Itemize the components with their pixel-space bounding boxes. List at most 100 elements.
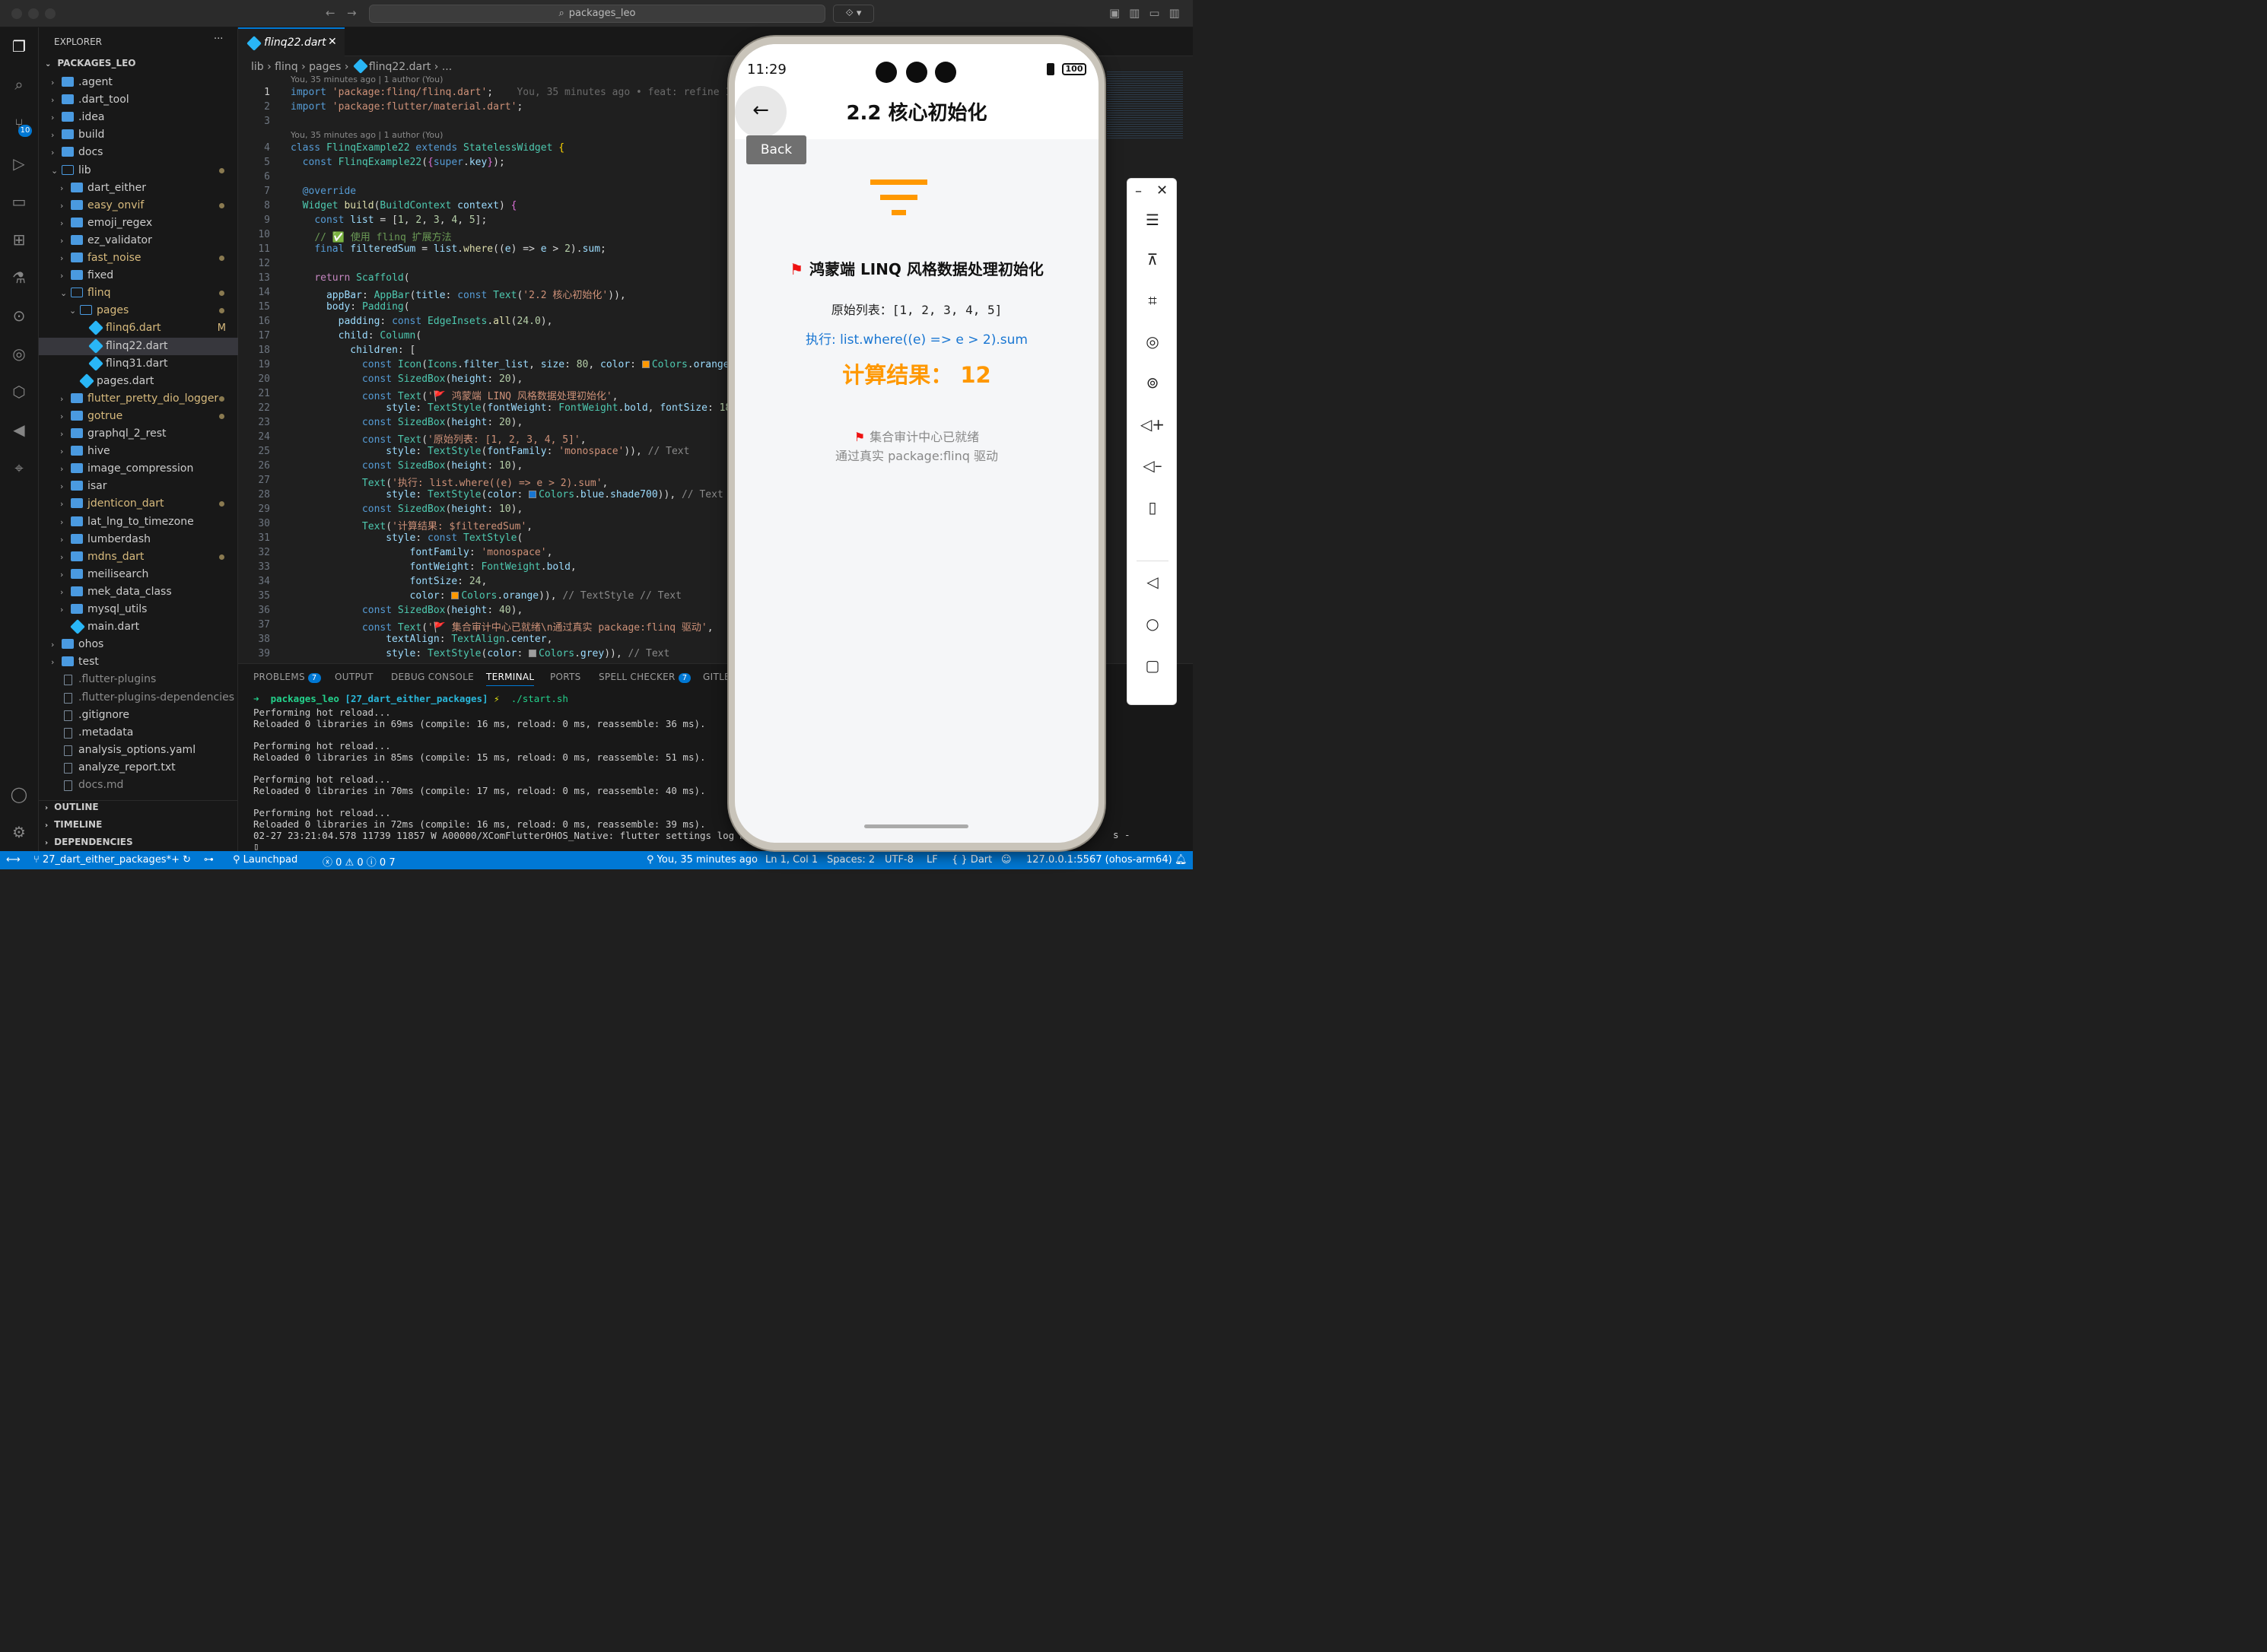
settings-gear-icon[interactable]: ⚙ <box>9 822 29 842</box>
section-timeline[interactable]: › TIMELINE <box>45 819 102 830</box>
volume-up-icon[interactable]: ◁+ <box>1127 415 1178 434</box>
recents-nav-icon[interactable]: ▢ <box>1127 656 1178 675</box>
git-graph-icon[interactable]: ⊙ <box>9 306 29 326</box>
tree-item[interactable]: › easy_onvif <box>39 197 238 214</box>
account-icon[interactable]: ◯ <box>9 784 29 804</box>
tree-item[interactable]: › lat_lng_to_timezone <box>39 513 238 531</box>
branch-status[interactable]: ⑂ 27_dart_either_packages*+ ↻ <box>33 854 191 866</box>
tree-item[interactable]: flinq31.dart <box>39 355 238 373</box>
git-graph-status-icon[interactable]: ⊶ <box>204 854 214 866</box>
tree-item[interactable]: › mysql_utils <box>39 601 238 618</box>
tree-item[interactable]: › ez_validator <box>39 232 238 249</box>
tree-item[interactable]: › ohos <box>39 636 238 653</box>
testing-icon[interactable]: ⚗ <box>9 268 29 288</box>
tree-item[interactable]: .flutter-plugins <box>39 671 238 688</box>
tab-output[interactable]: OUTPUT <box>335 672 374 682</box>
gitlens-icon[interactable]: ◎ <box>9 344 29 364</box>
cursor-position[interactable]: Ln 1, Col 1 <box>765 854 818 866</box>
copilot-chat-button[interactable]: ⟐ ▾ <box>833 5 874 23</box>
tree-item[interactable]: › graphql_2_rest <box>39 425 238 443</box>
tree-item[interactable]: › lumberdash <box>39 531 238 548</box>
minimize-window-button[interactable] <box>28 8 39 19</box>
problems-status[interactable]: ⓧ 0 ⚠ 0 ⓘ 0 7 <box>323 854 396 869</box>
run-debug-icon[interactable]: ▷ <box>9 154 29 173</box>
tab-problems[interactable]: PROBLEMS 7 <box>253 672 321 683</box>
codelens-blame-class[interactable]: You, 35 minutes ago | 1 author (You) <box>291 130 443 140</box>
containers-icon[interactable]: ⬡ <box>9 382 29 402</box>
tab-ports[interactable]: PORTS <box>550 672 581 682</box>
tree-item[interactable]: › .dart_tool <box>39 91 238 109</box>
tree-item[interactable]: › mek_data_class <box>39 583 238 601</box>
copilot-status-icon[interactable]: ☺ <box>1001 854 1012 866</box>
zoom-window-button[interactable] <box>45 8 56 19</box>
tree-item[interactable]: › flutter_pretty_dio_logger <box>39 390 238 408</box>
blame-status[interactable]: ⚲ You, 35 minutes ago <box>647 854 758 866</box>
layout-controls-icon[interactable]: ▣▥▭▥ <box>1109 6 1189 20</box>
codelens-blame[interactable]: You, 35 minutes ago | 1 author (You) <box>291 75 443 84</box>
eol[interactable]: LF <box>927 854 938 866</box>
launchpad-status[interactable]: ⚲ Launchpad <box>233 854 297 866</box>
section-dependencies[interactable]: › DEPENDENCIES <box>45 837 133 847</box>
notifications-icon[interactable]: 🔔︎ <box>1175 854 1188 866</box>
tree-item[interactable]: › emoji_regex <box>39 214 238 232</box>
close-window-button[interactable] <box>11 8 22 19</box>
tree-item[interactable]: › .agent <box>39 74 238 91</box>
tab-flinq22-dart[interactable]: flinq22.dart ✕ <box>238 27 345 56</box>
tab-gitlens[interactable]: GITLE <box>703 672 730 682</box>
tree-item[interactable]: › dart_either <box>39 179 238 197</box>
tree-item[interactable]: .metadata <box>39 724 238 742</box>
rotate-icon[interactable]: ◎ <box>1127 332 1178 351</box>
tab-terminal[interactable]: TERMINAL <box>486 672 535 686</box>
tree-item[interactable]: › jdenticon_dart <box>39 495 238 513</box>
tree-item[interactable]: flinq6.dart M <box>39 319 238 337</box>
tree-item[interactable]: › hive <box>39 443 238 460</box>
indentation[interactable]: Spaces: 2 <box>827 854 875 866</box>
volume-down-icon[interactable]: ◁– <box>1127 456 1178 475</box>
tree-item[interactable]: › docs <box>39 144 238 161</box>
inspect-icon[interactable]: ⌖ <box>9 458 29 478</box>
tree-item[interactable]: › fast_noise <box>39 249 238 267</box>
tree-item[interactable]: › test <box>39 653 238 671</box>
shake-icon[interactable]: ▯ <box>1127 498 1178 516</box>
command-center-search[interactable]: ⌕ packages_leo <box>369 5 825 23</box>
tree-item[interactable]: ⌄ pages <box>39 302 238 319</box>
tree-item[interactable]: flinq22.dart <box>39 337 238 355</box>
back-nav-icon[interactable]: ◁ <box>1127 573 1178 591</box>
tree-item[interactable]: › image_compression <box>39 460 238 478</box>
tree-item[interactable]: › build <box>39 126 238 144</box>
tab-debug-console[interactable]: DEBUG CONSOLE <box>391 672 474 682</box>
back-arrow-icon[interactable]: ← <box>326 6 335 20</box>
tab-spell-checker[interactable]: SPELL CHECKER 7 <box>599 672 692 683</box>
tree-item[interactable]: .gitignore <box>39 707 238 724</box>
tree-item[interactable]: ⌄ lib <box>39 162 238 179</box>
minimap[interactable] <box>1107 70 1183 138</box>
encoding[interactable]: UTF-8 <box>885 854 914 866</box>
workspace-root[interactable]: ⌄ PACKAGES_LEO <box>45 58 136 68</box>
tree-item[interactable]: ⌄ flinq <box>39 284 238 302</box>
home-indicator[interactable] <box>864 824 968 828</box>
tree-item[interactable]: › meilisearch <box>39 566 238 583</box>
tree-item[interactable]: main.dart <box>39 618 238 636</box>
device-status[interactable]: 127.0.0.1:5567 (ohos-arm64) <box>1026 854 1172 866</box>
extensions-icon[interactable]: ⊞ <box>9 230 29 249</box>
remote-icon[interactable]: ⟷ <box>6 854 21 866</box>
tree-item[interactable]: pages.dart <box>39 373 238 390</box>
tree-item[interactable]: analysis_options.yaml <box>39 742 238 759</box>
screenshot-icon[interactable]: ⊚ <box>1127 373 1178 392</box>
tree-item[interactable]: › mdns_dart <box>39 548 238 566</box>
close-tab-icon[interactable]: ✕ <box>328 36 337 48</box>
menu-icon[interactable]: ☰ <box>1127 211 1178 229</box>
explorer-icon[interactable]: ❐ <box>9 37 29 56</box>
tree-item[interactable]: docs.md <box>39 777 238 794</box>
tree-item[interactable]: › gotrue <box>39 408 238 425</box>
pin-off-icon[interactable]: ⊼ <box>1127 250 1178 268</box>
tree-item[interactable]: › isar <box>39 478 238 495</box>
close-icon[interactable]: ✕ <box>1156 183 1168 199</box>
tree-item[interactable]: › .idea <box>39 109 238 126</box>
flutter-icon[interactable]: ◀ <box>9 420 29 440</box>
tree-item[interactable]: › fixed <box>39 267 238 284</box>
forward-arrow-icon[interactable]: → <box>347 6 357 20</box>
home-nav-icon[interactable]: ○ <box>1127 615 1178 633</box>
search-icon[interactable]: ⌕ <box>9 75 29 94</box>
remote-explorer-icon[interactable]: ▭ <box>9 192 29 211</box>
